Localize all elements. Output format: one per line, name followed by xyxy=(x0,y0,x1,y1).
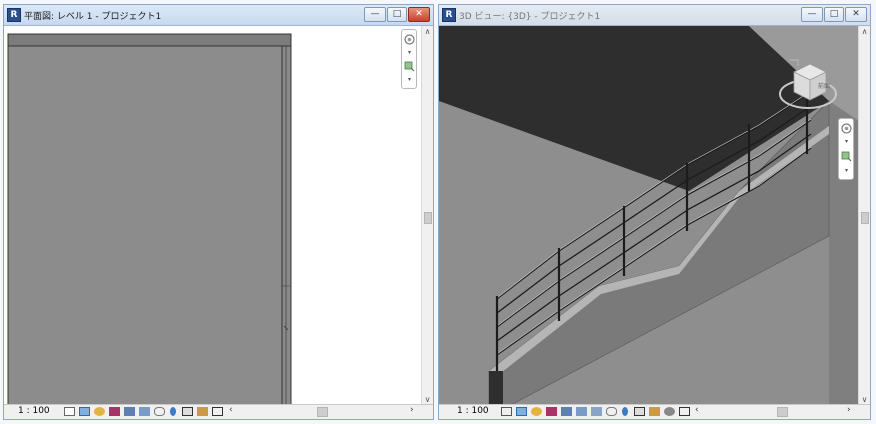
floor-plan-window[interactable]: R 平面図: レベル 1 - プロジェクト1 — □ ✕ ▾ ▾ ∧ ∨ 1:… xyxy=(3,4,434,420)
horizontal-scroll-thumb[interactable] xyxy=(317,407,328,417)
crop-view-icon[interactable] xyxy=(139,407,150,416)
revit-app-icon[interactable]: R xyxy=(442,8,456,22)
floor-plan-canvas[interactable]: ▾ ▾ xyxy=(4,26,422,406)
analytical-model-icon[interactable] xyxy=(634,407,645,416)
visual-style-icon[interactable] xyxy=(79,407,90,416)
wall-end-cap xyxy=(489,371,503,406)
view-scale[interactable]: 1 : 100 xyxy=(457,406,489,416)
viewcube-face-label: 前面 xyxy=(818,82,830,90)
reveal-hidden-icon[interactable] xyxy=(622,407,628,416)
zoom-icon[interactable] xyxy=(404,61,415,72)
scroll-right-arrow[interactable]: › xyxy=(410,405,414,415)
view-control-bar: 1 : 100 ‹ › xyxy=(4,404,433,419)
minimize-button[interactable]: — xyxy=(364,7,386,22)
vertical-scrollbar[interactable]: ∧ ∨ xyxy=(421,26,433,406)
floor-plan-window-title: 平面図: レベル 1 - プロジェクト1 xyxy=(24,12,162,22)
minimize-button[interactable]: — xyxy=(801,7,823,22)
floor-slab xyxy=(7,45,283,406)
crop-view-icon[interactable] xyxy=(576,407,587,416)
temporary-hide-icon[interactable] xyxy=(154,407,165,416)
3d-view-canvas[interactable]: 前面 ▾ ▾ xyxy=(439,26,859,406)
close-button[interactable]: ✕ xyxy=(408,7,430,22)
revit-app-icon[interactable]: R xyxy=(7,8,21,22)
lock-3d-view-icon[interactable] xyxy=(664,407,675,416)
navigation-bar[interactable]: ▾ ▾ xyxy=(838,118,854,180)
viewcube-icon[interactable]: 前面 xyxy=(776,54,840,116)
render-icon[interactable] xyxy=(561,407,572,416)
scroll-thumb[interactable] xyxy=(424,212,432,224)
floor-plan-titlebar[interactable]: R 平面図: レベル 1 - プロジェクト1 — □ ✕ xyxy=(4,5,433,26)
model-graphics-icon[interactable] xyxy=(64,407,75,416)
scroll-up-arrow[interactable]: ∧ xyxy=(422,26,433,38)
maximize-button[interactable]: □ xyxy=(387,7,407,22)
close-button[interactable]: ✕ xyxy=(845,7,867,22)
chevron-down-icon[interactable]: ▾ xyxy=(841,165,852,176)
3d-view-window-title: 3D ビュー: {3D} - プロジェクト1 xyxy=(459,12,601,22)
scroll-left-arrow[interactable]: ‹ xyxy=(229,405,233,415)
floor-plan-drawing xyxy=(7,33,292,406)
reveal-constraints-icon[interactable] xyxy=(212,407,223,416)
scroll-left-arrow[interactable]: ‹ xyxy=(695,405,699,415)
maximize-button[interactable]: □ xyxy=(824,7,844,22)
scroll-thumb[interactable] xyxy=(861,212,869,224)
scroll-up-arrow[interactable]: ∧ xyxy=(859,26,870,38)
chevron-down-icon[interactable]: ▾ xyxy=(841,136,852,147)
analytical-model-icon[interactable] xyxy=(182,407,193,416)
zoom-icon[interactable] xyxy=(841,151,852,162)
wall-top xyxy=(7,33,292,47)
view-control-bar: 1 : 100 ‹ › xyxy=(439,404,870,419)
wall-right xyxy=(281,45,292,406)
highlight-displacement-icon[interactable] xyxy=(649,407,660,416)
shadows-icon[interactable] xyxy=(546,407,557,416)
navigation-bar[interactable]: ▾ ▾ xyxy=(401,29,417,89)
shadows-icon[interactable] xyxy=(109,407,120,416)
reveal-hidden-icon[interactable] xyxy=(170,407,176,416)
render-icon[interactable] xyxy=(124,407,135,416)
horizontal-scroll-thumb[interactable] xyxy=(777,407,788,417)
3d-view-titlebar[interactable]: R 3D ビュー: {3D} - プロジェクト1 — □ ✕ xyxy=(439,5,870,26)
model-graphics-icon[interactable] xyxy=(501,407,512,416)
highlight-displacement-icon[interactable] xyxy=(197,407,208,416)
chevron-down-icon[interactable]: ▾ xyxy=(404,74,415,85)
crop-region-icon[interactable] xyxy=(591,407,602,416)
sun-path-icon[interactable] xyxy=(94,407,105,416)
3d-view-window[interactable]: R 3D ビュー: {3D} - プロジェクト1 — □ ✕ 前面 ▾ ▾ ∧ … xyxy=(438,4,871,420)
sun-path-icon[interactable] xyxy=(531,407,542,416)
steering-wheel-icon[interactable] xyxy=(404,34,415,45)
reveal-constraints-icon[interactable] xyxy=(679,407,690,416)
chevron-down-icon[interactable]: ▾ xyxy=(404,47,415,58)
vertical-scrollbar[interactable]: ∧ ∨ xyxy=(858,26,870,406)
visual-style-icon[interactable] xyxy=(516,407,527,416)
scroll-right-arrow[interactable]: › xyxy=(847,405,851,415)
temporary-hide-icon[interactable] xyxy=(606,407,617,416)
view-scale[interactable]: 1 : 100 xyxy=(18,406,50,416)
steering-wheel-icon[interactable] xyxy=(841,123,852,134)
